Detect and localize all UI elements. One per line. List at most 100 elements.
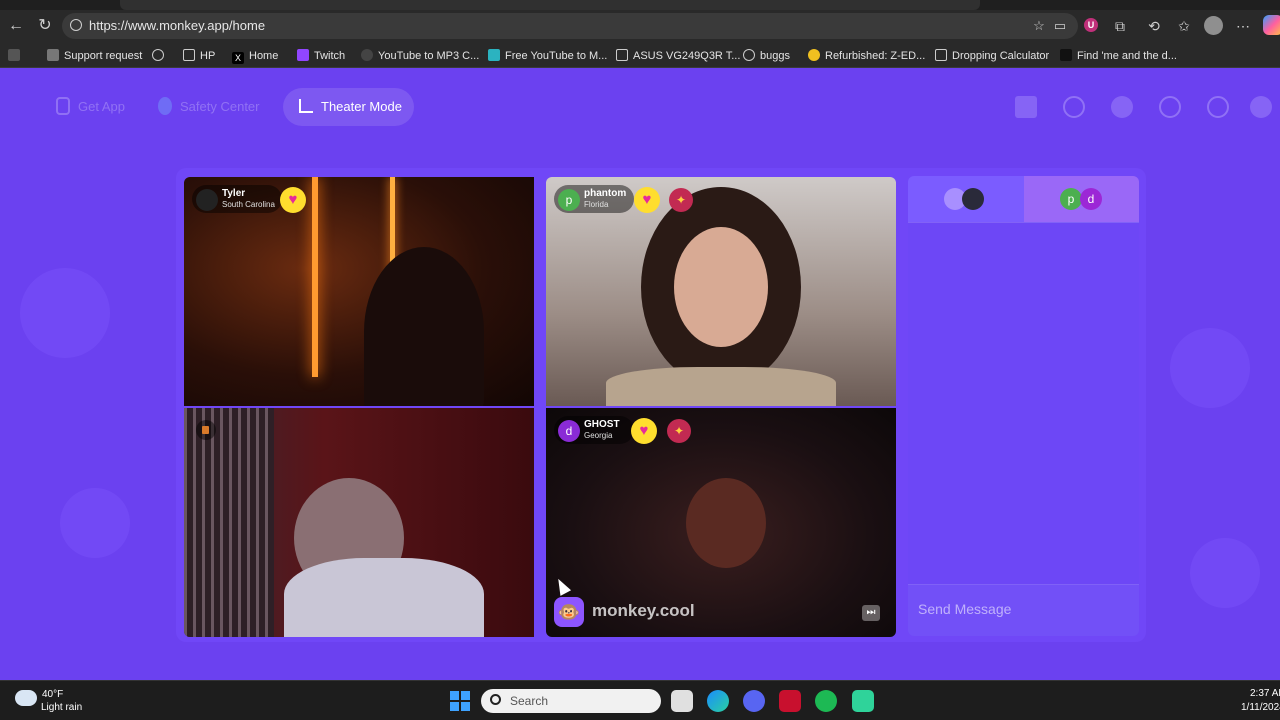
gift-icon[interactable]: ✦ <box>667 419 691 443</box>
heart-icon[interactable]: ♥ <box>634 187 660 213</box>
user-badge: p phantom Florida <box>554 185 634 213</box>
refresh-icon[interactable]: ↻ <box>35 16 55 36</box>
app-icon[interactable] <box>852 690 874 712</box>
person-head <box>686 478 766 568</box>
history-icon[interactable] <box>1159 96 1181 118</box>
video-icon[interactable]: ▭ <box>1052 18 1068 34</box>
person-body <box>606 367 836 406</box>
heart-icon[interactable]: ♥ <box>631 418 657 444</box>
edge-icon[interactable] <box>707 690 729 712</box>
bookmark-home[interactable]: X Home <box>232 48 278 64</box>
background-decor <box>1170 328 1250 408</box>
chat-tab-users[interactable]: p d <box>1024 176 1139 222</box>
clock-date[interactable]: 1/11/2024 <box>1241 702 1280 713</box>
video-tile-phantom: p phantom Florida ♥ ✦ <box>546 177 896 406</box>
folder-icon <box>183 49 195 61</box>
monkey-icon[interactable] <box>1111 96 1133 118</box>
task-view-icon[interactable] <box>671 690 693 712</box>
divider <box>908 222 1139 223</box>
discord-icon[interactable] <box>743 690 765 712</box>
safety-center-button[interactable]: Safety Center <box>158 88 273 126</box>
theater-mode-button[interactable]: Theater Mode <box>283 88 414 126</box>
weather-temperature[interactable]: 40°F <box>42 689 63 700</box>
extensions-puzzle-icon[interactable]: ⧉ <box>1110 16 1130 36</box>
copilot-icon[interactable] <box>1263 15 1280 35</box>
shop-icon[interactable] <box>1015 96 1037 118</box>
calculator-icon <box>935 49 947 61</box>
avatar: d <box>1080 188 1102 210</box>
taskbar-search[interactable]: Search <box>481 689 661 713</box>
shield-icon <box>158 97 172 115</box>
input-placeholder: Send Message <box>918 601 1012 617</box>
video-tile-3 <box>184 408 534 637</box>
background-decor <box>1190 538 1260 608</box>
weather-cloud-icon[interactable] <box>15 690 37 706</box>
address-bar[interactable]: https://www.monkey.app/home ☆ ▭ <box>62 13 1078 39</box>
user-location: Florida <box>584 200 609 209</box>
tiktok-icon <box>1060 49 1072 61</box>
url-text[interactable]: https://www.monkey.app/home <box>89 18 265 33</box>
bookmark-buggs[interactable]: buggs <box>743 48 790 64</box>
chat-tab-group[interactable] <box>908 176 1024 222</box>
avatar <box>196 189 218 211</box>
skip-icon[interactable]: ⏭ <box>862 605 880 621</box>
favorite-star-icon[interactable]: ☆ <box>1031 18 1047 34</box>
extension-icon[interactable]: U <box>1084 18 1098 32</box>
favorites-icon[interactable]: ✩ <box>1174 16 1194 36</box>
bookmark-free-youtube[interactable]: Free YouTube to M... <box>488 48 607 64</box>
user-name: GHOST <box>584 419 620 430</box>
bookmarks-bar: Support request HP X Home Twitch YouTube … <box>0 44 1280 68</box>
search-icon <box>490 694 501 705</box>
heart-icon[interactable]: ♥ <box>280 187 306 213</box>
more-menu-icon[interactable]: ⋯ <box>1233 16 1253 36</box>
user-badge: d GHOST Georgia <box>554 416 634 444</box>
site-icon <box>361 49 373 61</box>
get-app-button[interactable]: Get App <box>52 88 132 126</box>
avatar: p <box>558 189 580 211</box>
led-light <box>312 177 318 377</box>
bookmark-globe[interactable] <box>152 48 169 64</box>
printer-icon <box>47 49 59 61</box>
video-tile-tyler: Tyler South Carolina ♥ <box>184 177 534 406</box>
bookmark-refurbished[interactable]: Refurbished: Z-ED... <box>808 48 925 64</box>
globe-icon <box>152 49 164 61</box>
spotify-icon[interactable] <box>815 690 837 712</box>
gift-icon[interactable]: ✦ <box>669 188 693 212</box>
avatar[interactable] <box>1250 96 1272 118</box>
video-tile-ghost: d GHOST Georgia ♥ ✦ 🐵 monkey.cool ⏭ <box>546 408 896 637</box>
bookmark-youtube-mp3[interactable]: YouTube to MP3 C... <box>361 48 479 64</box>
user-badge: Tyler South Carolina <box>192 185 282 213</box>
person-face <box>674 227 768 347</box>
site-info-icon[interactable] <box>70 19 82 31</box>
site-icon <box>808 49 820 61</box>
weather-description[interactable]: Light rain <box>41 702 82 713</box>
background-decor <box>60 488 130 558</box>
avatar: p <box>1060 188 1082 210</box>
person-body <box>284 558 484 637</box>
browser-toolbar: ← ↻ https://www.monkey.app/home ☆ ▭ U ⧉ … <box>0 0 1280 44</box>
curtain <box>184 408 274 637</box>
user-location: South Carolina <box>222 200 275 209</box>
bookmark-support-request[interactable]: Support request <box>47 48 142 64</box>
bookmark-dropping-calculator[interactable]: Dropping Calculator <box>935 48 1049 64</box>
chat-bubble-icon[interactable] <box>1207 96 1229 118</box>
send-message-input[interactable]: Send Message <box>908 584 1139 636</box>
search-icon[interactable] <box>1063 96 1085 118</box>
split-screen-icon[interactable]: ⟲ <box>1144 16 1164 36</box>
camera-off-icon <box>196 420 216 440</box>
phone-icon <box>56 97 70 115</box>
clock-time[interactable]: 2:37 AM <box>1250 688 1280 699</box>
profile-avatar[interactable] <box>1204 16 1223 35</box>
bookmarks-menu-icon[interactable] <box>8 48 25 64</box>
monkey-logo-icon: 🐵 <box>554 597 584 627</box>
active-tab[interactable] <box>120 0 980 10</box>
start-icon[interactable] <box>450 691 470 711</box>
bookmark-find-me[interactable]: Find 'me and the d... <box>1060 48 1177 64</box>
back-icon[interactable]: ← <box>6 16 26 36</box>
app-icon[interactable] <box>779 690 801 712</box>
bookmark-twitch[interactable]: Twitch <box>297 48 345 64</box>
avatar <box>962 188 984 210</box>
twitch-icon <box>297 49 309 61</box>
bookmark-asus[interactable]: ASUS VG249Q3R T... <box>616 48 740 64</box>
bookmark-hp[interactable]: HP <box>183 48 215 64</box>
